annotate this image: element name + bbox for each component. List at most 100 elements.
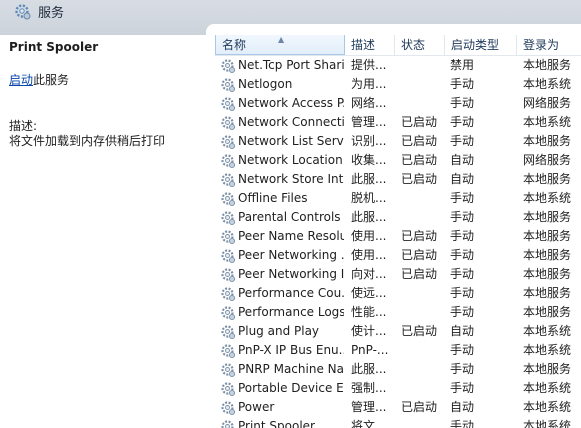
table-row[interactable]: Network Connecti... 管理... 已启动手动 本地系统 <box>215 113 581 132</box>
service-status-cell: 已启动 <box>401 400 438 414</box>
service-startup-type-cell: 手动 <box>450 305 475 319</box>
gear-icon <box>221 249 236 264</box>
service-description-cell: 使计... <box>351 324 387 338</box>
gear-icon <box>221 268 236 283</box>
table-row[interactable]: Plug and Play 使计... 已启动 自动 本地系统 <box>215 322 581 341</box>
start-service-row: 启动此服务 <box>9 71 69 88</box>
gear-icon <box>221 363 236 378</box>
service-description-cell: 收集... <box>351 153 387 167</box>
table-row[interactable]: Network Store Int... 此服... 已启动 自动 本地服务 <box>215 170 581 189</box>
start-service-suffix: 此服务 <box>33 73 70 87</box>
service-status-cell <box>401 341 445 360</box>
service-description-cell: 此服... <box>351 210 387 224</box>
table-row[interactable]: Print Spooler 将文... 手动 本地系统 <box>215 417 581 428</box>
gear-icon <box>221 78 236 93</box>
service-description-cell: 脱机... <box>351 191 387 205</box>
service-status-cell: 已启动 <box>401 153 438 167</box>
service-startup-type-cell: 手动 <box>450 134 475 148</box>
service-startup-type-cell: 手动 <box>450 229 475 243</box>
column-header-description[interactable]: 描述 <box>345 35 395 55</box>
service-status-cell <box>401 379 445 398</box>
service-logon-cell: 本地系统 <box>523 400 572 414</box>
table-row[interactable]: Power 管理... 已启动 自动 本地系统 <box>215 398 581 417</box>
service-startup-type-cell: 手动 <box>450 286 475 300</box>
service-logon-cell: 本地服务 <box>523 134 572 148</box>
window-title: 服务 <box>38 6 65 21</box>
column-header-name-label: 名称 <box>222 38 247 52</box>
table-row[interactable]: Performance Cou... 使远... 手动 本地服务 <box>215 284 581 303</box>
service-status-cell: 已启动 <box>401 115 438 129</box>
table-row[interactable]: PNRP Machine Na... 此服... 手动 本地服务 <box>215 360 581 379</box>
service-startup-type-cell: 手动 <box>450 115 475 129</box>
toolbar-area: 服务 <box>0 0 581 36</box>
table-row[interactable]: Peer Networking I... 向对... 已启动手动 本地服务 <box>215 265 581 284</box>
table-row[interactable]: Network Access P... 网络... 手动 网络服务 <box>215 94 581 113</box>
service-logon-cell: 本地系统 <box>523 343 572 357</box>
start-service-link[interactable]: 启动 <box>9 73 33 87</box>
service-description-cell: 管理... <box>351 115 387 129</box>
column-header-row: 名称 ▲ 描述 状态 启动类型 登录为 <box>215 35 581 56</box>
gear-icon <box>221 154 236 169</box>
service-name-cell: Peer Networking I... <box>238 267 344 281</box>
column-header-status[interactable]: 状态 <box>395 35 445 55</box>
service-logon-cell: 本地服务 <box>523 362 572 376</box>
service-description-cell: 向对... <box>351 267 387 281</box>
service-name-cell: Peer Name Resolu... <box>238 229 344 243</box>
service-status-cell <box>401 75 445 94</box>
service-name-cell: Plug and Play <box>238 324 320 338</box>
table-row[interactable]: Netlogon 为用... 手动 本地系统 <box>215 75 581 94</box>
description-text: 将文件加载到内存供稍后打印 <box>9 134 166 148</box>
column-header-logon-as[interactable]: 登录为 <box>517 35 581 55</box>
service-logon-cell: 本地系统 <box>523 419 572 428</box>
service-status-cell: 已启动 <box>401 324 438 338</box>
service-name-cell: Print Spooler <box>238 419 315 428</box>
service-name-cell: Network Location ... <box>238 153 344 167</box>
service-description-cell: 使远... <box>351 286 387 300</box>
service-logon-cell: 网络服务 <box>523 96 572 110</box>
table-row[interactable]: Network List Service 识别... 已启动手动 本地服务 <box>215 132 581 151</box>
table-row[interactable]: Parental Controls 此服... 手动 本地服务 <box>215 208 581 227</box>
service-description-cell: 网络... <box>351 96 387 110</box>
table-row[interactable]: Offline Files 脱机... 手动 本地系统 <box>215 189 581 208</box>
gear-icon <box>221 97 236 112</box>
service-logon-cell: 本地服务 <box>523 229 572 243</box>
service-description-cell: 为用... <box>351 77 387 91</box>
service-status-cell: 已启动 <box>401 229 438 243</box>
table-row[interactable]: Peer Networking ... 使用... 已启动 手动 本地服务 <box>215 246 581 265</box>
service-status-cell: 已启动 <box>401 134 438 148</box>
service-name-cell: Net.Tcp Port Shari... <box>238 58 344 72</box>
gear-icon <box>221 173 236 188</box>
services-list: 名称 ▲ 描述 状态 启动类型 登录为 Net.Tcp Port Shari..… <box>215 35 581 428</box>
services-gear-icon <box>15 4 31 20</box>
table-row[interactable]: Portable Device E... 强制... 手动 本地系统 <box>215 379 581 398</box>
service-description-cell: 提供... <box>351 58 387 72</box>
service-description-cell: 此服... <box>351 172 387 186</box>
service-status-cell: 已启动 <box>401 267 438 281</box>
service-startup-type-cell: 禁用 <box>450 58 475 72</box>
table-row[interactable]: PnP-X IP Bus Enu... PnP-... 手动 本地系统 <box>215 341 581 360</box>
service-status-cell <box>401 360 445 379</box>
table-row[interactable]: Performance Logs... 性能... 手动 本地服务 <box>215 303 581 322</box>
service-status-cell <box>401 94 445 113</box>
column-header-name[interactable]: 名称 ▲ <box>215 35 345 55</box>
service-description-cell: 使用... <box>351 229 387 243</box>
service-description-cell: 识别... <box>351 134 387 148</box>
table-row[interactable]: Net.Tcp Port Shari... 提供... 禁用 本地服务 <box>215 56 581 75</box>
service-detail-panel: Print Spooler 启动此服务 描述: 将文件加载到内存供稍后打印 <box>0 35 215 428</box>
table-row[interactable]: Network Location ... 收集... 已启动自动 网络服务 <box>215 151 581 170</box>
gear-icon <box>221 116 236 131</box>
service-name-cell: Network Access P... <box>238 96 344 110</box>
service-description-cell: 性能... <box>351 305 387 319</box>
service-startup-type-cell: 自动 <box>450 172 475 186</box>
service-description-cell: PnP-... <box>351 343 389 357</box>
service-name-cell: Power <box>238 400 275 414</box>
service-startup-type-cell: 手动 <box>450 210 475 224</box>
service-startup-type-cell: 手动 <box>450 362 475 376</box>
service-startup-type-cell: 手动 <box>450 77 475 91</box>
service-description-cell: 使用... <box>351 248 387 262</box>
service-status-cell: 已启动 <box>401 172 438 186</box>
column-header-startup-type[interactable]: 启动类型 <box>445 35 517 55</box>
gear-icon <box>221 382 236 397</box>
table-row[interactable]: Peer Name Resolu... 使用... 已启动手动 本地服务 <box>215 227 581 246</box>
gear-icon <box>221 59 236 74</box>
